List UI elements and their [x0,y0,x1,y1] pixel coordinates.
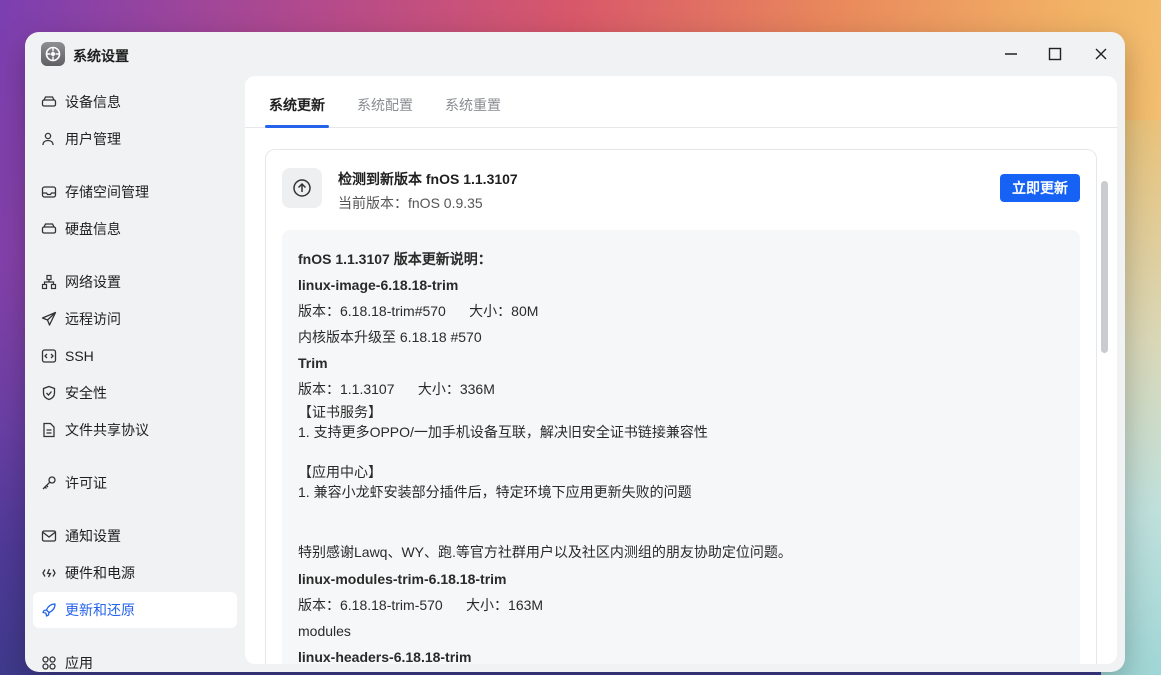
minimize-icon [1005,53,1017,55]
sidebar-item-label: 安全性 [65,385,107,401]
package-name: linux-headers-6.18.18-trim [298,649,472,664]
tab-bar: 系统更新 系统配置 系统重置 [245,76,1117,128]
minimize-button[interactable] [999,42,1023,66]
update-card: 检测到新版本 fnOS 1.1.3107 当前版本：fnOS 0.9.35 立即… [265,149,1097,664]
release-notes: fnOS 1.1.3107 版本更新说明： linux-image-6.18.1… [282,230,1080,664]
sidebar-item-label: 硬盘信息 [65,221,121,237]
section-title: 【证书服务】 [298,404,382,420]
sidebar-item-security[interactable]: 安全性 [33,375,237,411]
shield-icon [41,385,57,401]
maximize-button[interactable] [1043,42,1067,66]
new-version-title: 检测到新版本 fnOS 1.1.3107 [338,171,518,187]
section-item: 1. 支持更多OPPO/一加手机设备互联，解决旧安全证书链接兼容性 [298,424,708,440]
sidebar-item-label: 硬件和电源 [65,565,135,581]
section-item: 1. 兼容小龙虾安装部分插件后，特定环境下应用更新失败的问题 [298,484,692,500]
package-name: Trim [298,355,328,371]
sidebar-item-storage[interactable]: 存储空间管理 [33,174,237,210]
maximize-icon [1048,47,1062,61]
active-tab-indicator [265,125,329,128]
sidebar-item-label: 文件共享协议 [65,422,149,438]
sidebar-item-label: 更新和还原 [65,602,135,618]
package-meta: 版本：6.18.18-trim-570 大小：163M [298,597,544,613]
disk-icon [41,221,57,237]
sidebar-item-label: 网络设置 [65,274,121,290]
tab-system-config[interactable]: 系统配置 [357,95,413,115]
rocket-icon [41,602,57,618]
sidebar-item-file-sharing[interactable]: 文件共享协议 [33,412,237,448]
package-meta: 版本：1.1.3107 大小：336M [298,381,495,397]
close-icon [1095,48,1107,60]
thanks-text: 特别感谢Lawq、WY、跑.等官方社群用户以及社区内测组的朋友协助定位问题。 [298,544,792,560]
sidebar-item-apps[interactable]: 应用 [33,645,237,672]
tab-system-update[interactable]: 系统更新 [269,95,325,115]
sidebar-item-hardware-power[interactable]: 硬件和电源 [33,555,237,591]
sidebar-item-label: 应用 [65,655,93,671]
window-title: 系统设置 [73,48,129,64]
sidebar-item-label: 通知设置 [65,528,121,544]
package-description: modules [298,623,351,639]
sidebar-item-license[interactable]: 许可证 [33,465,237,501]
update-now-button[interactable]: 立即更新 [1000,174,1080,202]
main-panel: 系统更新 系统配置 系统重置 检测到新版本 fnOS 1.1.3107 当前版本… [245,76,1117,664]
close-button[interactable] [1089,42,1113,66]
package-name: linux-modules-trim-6.18.18-trim [298,571,507,587]
sidebar-item-remote-access[interactable]: 远程访问 [33,301,237,337]
section-title: 【应用中心】 [298,464,382,480]
sidebar-item-notifications[interactable]: 通知设置 [33,518,237,554]
sidebar-item-label: 远程访问 [65,311,121,327]
network-icon [41,274,57,290]
sidebar-item-device-info[interactable]: 设备信息 [33,84,237,120]
code-icon [41,348,57,364]
title-bar: 系统设置 [25,32,1125,76]
sidebar-item-ssh[interactable]: SSH [33,338,237,374]
file-icon [41,422,57,438]
sidebar-item-label: 用户管理 [65,131,121,147]
package-name: linux-image-6.18.18-trim [298,277,459,293]
sidebar-item-user-management[interactable]: 用户管理 [33,121,237,157]
sidebar-item-label: 许可证 [65,475,107,491]
sidebar-item-network[interactable]: 网络设置 [33,264,237,300]
package-description: 内核版本升级至 6.18.18 #570 [298,329,482,345]
notes-heading: fnOS 1.1.3107 版本更新说明： [298,251,492,267]
key-icon [41,475,57,491]
sidebar-item-label: 设备信息 [65,94,121,110]
current-version-text: 当前版本：fnOS 0.9.35 [338,195,483,211]
user-icon [41,131,57,147]
tab-system-reset[interactable]: 系统重置 [445,95,501,115]
mail-icon [41,528,57,544]
package-meta: 版本：6.18.18-trim#570 大小：80M [298,303,539,319]
scrollbar-thumb[interactable] [1101,181,1108,353]
apps-icon [41,655,57,671]
sidebar-item-update-restore[interactable]: 更新和还原 [33,592,237,628]
power-icon [41,565,57,581]
send-icon [41,311,57,327]
device-icon [41,94,57,110]
upgrade-arrow-icon [282,168,322,208]
sidebar-item-label: 存储空间管理 [65,184,149,200]
settings-app-icon [41,42,65,66]
settings-window: 系统设置 设备信息 用户管理 存储空间管理 硬盘信息 网络设置 远程访问 SSH… [25,32,1125,672]
sidebar-item-disk-info[interactable]: 硬盘信息 [33,211,237,247]
sidebar-item-label: SSH [65,348,94,364]
storage-icon [41,184,57,200]
